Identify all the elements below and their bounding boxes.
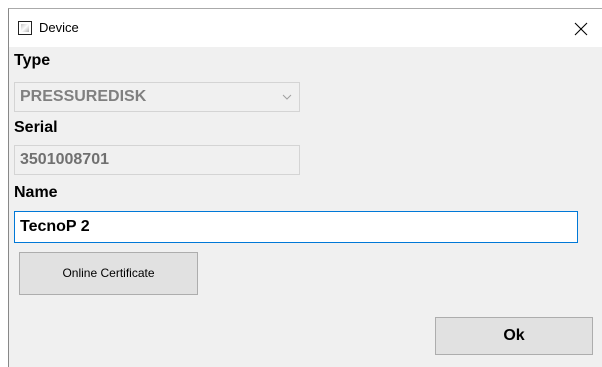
type-label: Type (14, 52, 51, 69)
serial-label: Serial (14, 119, 58, 136)
serial-field[interactable]: 3501008701 (14, 145, 300, 175)
type-select-value: PRESSUREDISK (20, 88, 147, 105)
close-button[interactable] (562, 9, 602, 47)
title-bar: Device (9, 9, 602, 47)
window-title: Device (39, 20, 79, 35)
device-dialog: Device Type PRESSUREDISK Serial 35010087… (8, 8, 602, 367)
type-select-dropdown[interactable] (278, 84, 296, 110)
app-window-icon (18, 21, 32, 35)
name-input[interactable] (14, 211, 578, 243)
close-icon (574, 22, 588, 36)
serial-value: 3501008701 (20, 151, 109, 168)
online-certificate-button[interactable]: Online Certificate (19, 252, 198, 295)
ok-button[interactable]: Ok (435, 317, 593, 355)
chevron-down-icon (282, 94, 292, 100)
background-window-edge (0, 0, 602, 8)
name-label: Name (14, 184, 58, 201)
type-select[interactable]: PRESSUREDISK (14, 82, 300, 112)
